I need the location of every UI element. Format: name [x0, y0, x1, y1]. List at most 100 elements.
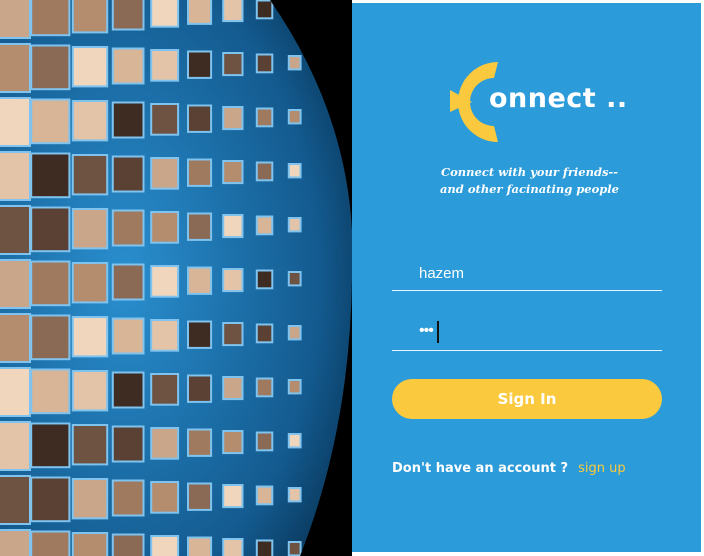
face-tile — [187, 104, 213, 133]
face-tile — [111, 533, 145, 556]
face-tile — [71, 370, 109, 412]
face-tile — [187, 266, 213, 295]
face-tile — [0, 529, 31, 556]
face-tile — [287, 541, 302, 556]
face-tile — [71, 262, 109, 304]
face-tile — [222, 268, 244, 293]
face-tile — [287, 271, 302, 287]
face-tile — [287, 379, 302, 395]
face-tile — [150, 211, 180, 244]
globe-of-faces-image — [0, 0, 352, 556]
tagline-line-1: Connect with your friends-- — [440, 165, 618, 179]
face-tile — [111, 155, 145, 193]
face-tile — [111, 209, 145, 247]
face-tile — [150, 265, 180, 298]
face-tile — [150, 103, 180, 136]
hero-image — [0, 0, 352, 556]
face-tile — [71, 100, 109, 142]
face-tile — [30, 98, 71, 145]
face-tile — [222, 322, 244, 347]
face-tile — [150, 49, 180, 82]
window-edge — [352, 552, 704, 556]
face-tile — [187, 374, 213, 403]
face-tile — [71, 46, 109, 88]
face-tile — [71, 478, 109, 520]
face-tile — [187, 482, 213, 511]
face-tile — [0, 43, 31, 93]
face-tile — [0, 475, 31, 525]
face-tile — [71, 154, 109, 196]
face-tile — [111, 47, 145, 85]
face-tile — [30, 476, 71, 523]
face-tile — [71, 532, 109, 556]
signup-row: Don't have an account ? sign up — [392, 461, 626, 476]
face-tile — [287, 487, 302, 503]
face-tile — [0, 259, 31, 309]
face-tile — [0, 0, 31, 39]
login-panel: onnect .. Connect with your friends-- an… — [352, 3, 701, 552]
face-tile — [0, 97, 31, 147]
face-tile — [30, 152, 71, 199]
username-field — [392, 256, 662, 291]
face-tile — [187, 158, 213, 187]
tagline: Connect with your friends-- and other fa… — [352, 164, 704, 198]
face-tile — [187, 212, 213, 241]
sign-in-button[interactable]: Sign In — [392, 379, 662, 419]
face-tile — [30, 260, 71, 307]
face-tile — [222, 106, 244, 131]
face-tile — [30, 206, 71, 253]
face-tile — [222, 52, 244, 77]
face-tile — [111, 425, 145, 463]
password-field[interactable]: ••• — [392, 316, 662, 351]
face-tile — [222, 0, 244, 23]
face-tile — [111, 101, 145, 139]
face-tile — [187, 536, 213, 556]
face-tile — [111, 317, 145, 355]
face-tile — [255, 161, 274, 182]
face-tile — [71, 0, 109, 34]
face-tile — [255, 215, 274, 236]
face-tile — [255, 53, 274, 74]
password-input[interactable]: ••• — [419, 322, 434, 340]
face-tile — [222, 538, 244, 556]
face-tile — [287, 325, 302, 341]
face-tile — [150, 373, 180, 406]
face-tile — [255, 107, 274, 128]
face-tile — [255, 0, 274, 20]
face-tile — [150, 427, 180, 460]
username-input[interactable] — [392, 256, 662, 290]
face-tile — [287, 109, 302, 125]
face-tile — [150, 319, 180, 352]
face-tile — [0, 367, 31, 417]
face-tile — [222, 484, 244, 509]
face-tile — [0, 205, 31, 255]
face-tile — [255, 377, 274, 398]
sign-up-link[interactable]: sign up — [578, 461, 626, 476]
face-tile — [30, 530, 71, 556]
text-caret — [437, 321, 439, 343]
face-tile — [255, 431, 274, 452]
face-tile — [187, 50, 213, 79]
face-tile — [287, 433, 302, 449]
brand-name: onnect .. — [489, 83, 628, 114]
face-tile — [187, 320, 213, 349]
face-tile — [0, 313, 31, 363]
face-tile — [30, 314, 71, 361]
face-tile — [150, 0, 180, 28]
face-tile — [150, 157, 180, 190]
face-tile — [255, 323, 274, 344]
tagline-line-2: and other facinating people — [439, 182, 619, 196]
face-tile — [0, 151, 31, 201]
face-tile — [111, 371, 145, 409]
face-tile — [30, 422, 71, 469]
face-tile — [187, 0, 213, 25]
face-tile — [222, 376, 244, 401]
face-tile — [0, 421, 31, 471]
face-tile — [287, 55, 302, 71]
signup-prompt: Don't have an account ? — [392, 461, 569, 476]
face-tile — [30, 368, 71, 415]
face-tile — [255, 485, 274, 506]
face-tile — [222, 160, 244, 185]
face-tile — [287, 163, 302, 179]
face-tile — [111, 263, 145, 301]
